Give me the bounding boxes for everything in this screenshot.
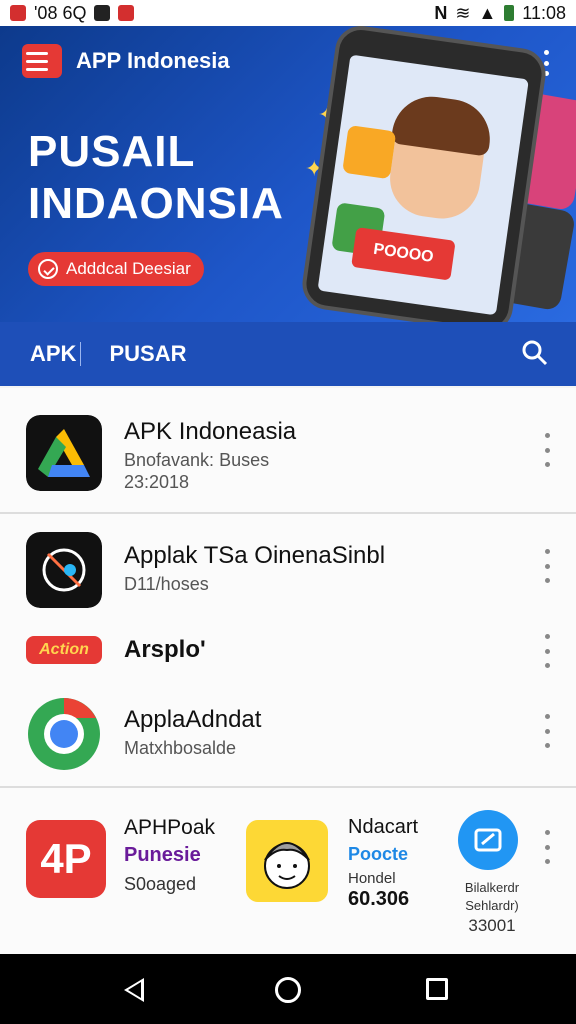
signal-icon: ▲ (478, 2, 497, 23)
grid-item[interactable]: Bilalkerdr Sehlardr) 33001 (452, 810, 532, 940)
grid-subtitle: Punesie (124, 844, 201, 866)
tab-divider (80, 342, 82, 366)
message-icon (118, 5, 135, 21)
tab-pusar[interactable]: PUSAR (109, 341, 186, 367)
back-icon[interactable] (124, 978, 144, 1002)
app-meta: 23:2018 (124, 472, 190, 492)
avatar-app-icon (246, 820, 328, 902)
tab-bar: APK PUSAR (0, 322, 576, 386)
list-item[interactable]: APK Indoneasia Bnofavank: Buses 23:2018 (0, 388, 576, 512)
app-title: APP Indonesia (76, 48, 230, 73)
grid-item[interactable]: 4P APHPoak Punesie S0oaged (26, 816, 236, 916)
phone-tile (342, 125, 397, 180)
app-subtitle: D11/hoses (124, 574, 209, 594)
hero-banner: APP Indonesia PUSAIL INDAONSIA Adddcal D… (0, 26, 576, 322)
list-item[interactable]: ApplaAdndat Matxhbosalde (0, 684, 576, 784)
status-bar: '08 6Q N ≋ ▲ 11:08 (0, 0, 576, 26)
system-nav-bar (0, 954, 576, 1024)
phone-banner: POOOO (351, 227, 456, 281)
battery-icon (504, 5, 515, 21)
notification-icon (10, 5, 26, 21)
nfc-icon: N (434, 2, 448, 23)
more-options-icon[interactable] (541, 714, 553, 748)
grid-value: 60.306 (348, 888, 410, 910)
hero-title-line2: INDAONSIA (28, 179, 284, 228)
app-subtitle: Bnofavank: Buses (124, 450, 270, 470)
wifi-icon: ≋ (455, 2, 471, 23)
grid-meta: 33001 (468, 916, 516, 935)
hero-title-line1: PUSAIL (28, 127, 196, 176)
more-options-icon[interactable] (541, 433, 553, 467)
grid-item[interactable]: Ndacart Poocte Hondel 60.306 (246, 816, 436, 926)
home-icon[interactable] (275, 977, 301, 1003)
grid-subtitle: Sehlardr) (465, 898, 519, 913)
more-options-icon[interactable] (541, 634, 553, 668)
action-badge-label: Action (39, 641, 89, 658)
grid-subtitle: Poocte (348, 844, 409, 864)
status-left-text: '08 6Q (34, 2, 87, 23)
edit-app-icon (458, 810, 518, 870)
app-icon (26, 532, 102, 608)
app-title: Arsplo' (124, 636, 206, 663)
drive-app-icon (26, 415, 102, 491)
hero-cta-button[interactable]: Adddcal Deesiar (28, 252, 204, 286)
list-item[interactable]: Applak TSa OinenaSinbl D11/hoses (0, 514, 576, 614)
gallery-icon (94, 5, 111, 21)
app-title: APK Indoneasia (124, 418, 297, 445)
avatar-illustration (385, 101, 490, 224)
grid-title: Bilalkerdr (464, 880, 520, 895)
app-icon-text: 4P (40, 835, 92, 882)
action-badge: Action (26, 636, 102, 664)
app-title: Applak TSa OinenaSinbl (124, 542, 386, 569)
more-options-icon[interactable] (541, 830, 553, 864)
app-icon-4p: 4P (26, 820, 106, 898)
tab-apk[interactable]: APK (30, 341, 76, 367)
list-item[interactable]: Action Arsplo' (0, 616, 576, 682)
phone-screen: POOOO (317, 54, 529, 316)
app-list: APK Indoneasia Bnofavank: Buses 23:2018 … (0, 388, 576, 954)
status-time: 11:08 (522, 2, 566, 23)
grid-meta: Hondel (348, 870, 396, 887)
phone-illustration: POOOO (299, 26, 549, 322)
check-circle-icon (38, 259, 58, 279)
grid-title: Ndacart (348, 816, 419, 838)
menu-icon[interactable] (22, 44, 62, 78)
app-subtitle: Matxhbosalde (124, 738, 237, 758)
chrome-style-app-icon (28, 698, 100, 770)
search-icon[interactable] (522, 340, 548, 366)
app-title: ApplaAdndat (124, 706, 262, 733)
more-options-icon[interactable] (541, 549, 553, 583)
grid-title: APHPoak (124, 816, 216, 839)
hero-cta-label: Adddcal Deesiar (66, 259, 191, 278)
hero-title: PUSAIL INDAONSIA (28, 126, 284, 230)
app-grid-row: 4P APHPoak Punesie S0oaged Ndacart Pooct… (0, 788, 576, 954)
grid-meta: S0oaged (124, 874, 197, 894)
recent-apps-icon[interactable] (426, 978, 448, 1000)
